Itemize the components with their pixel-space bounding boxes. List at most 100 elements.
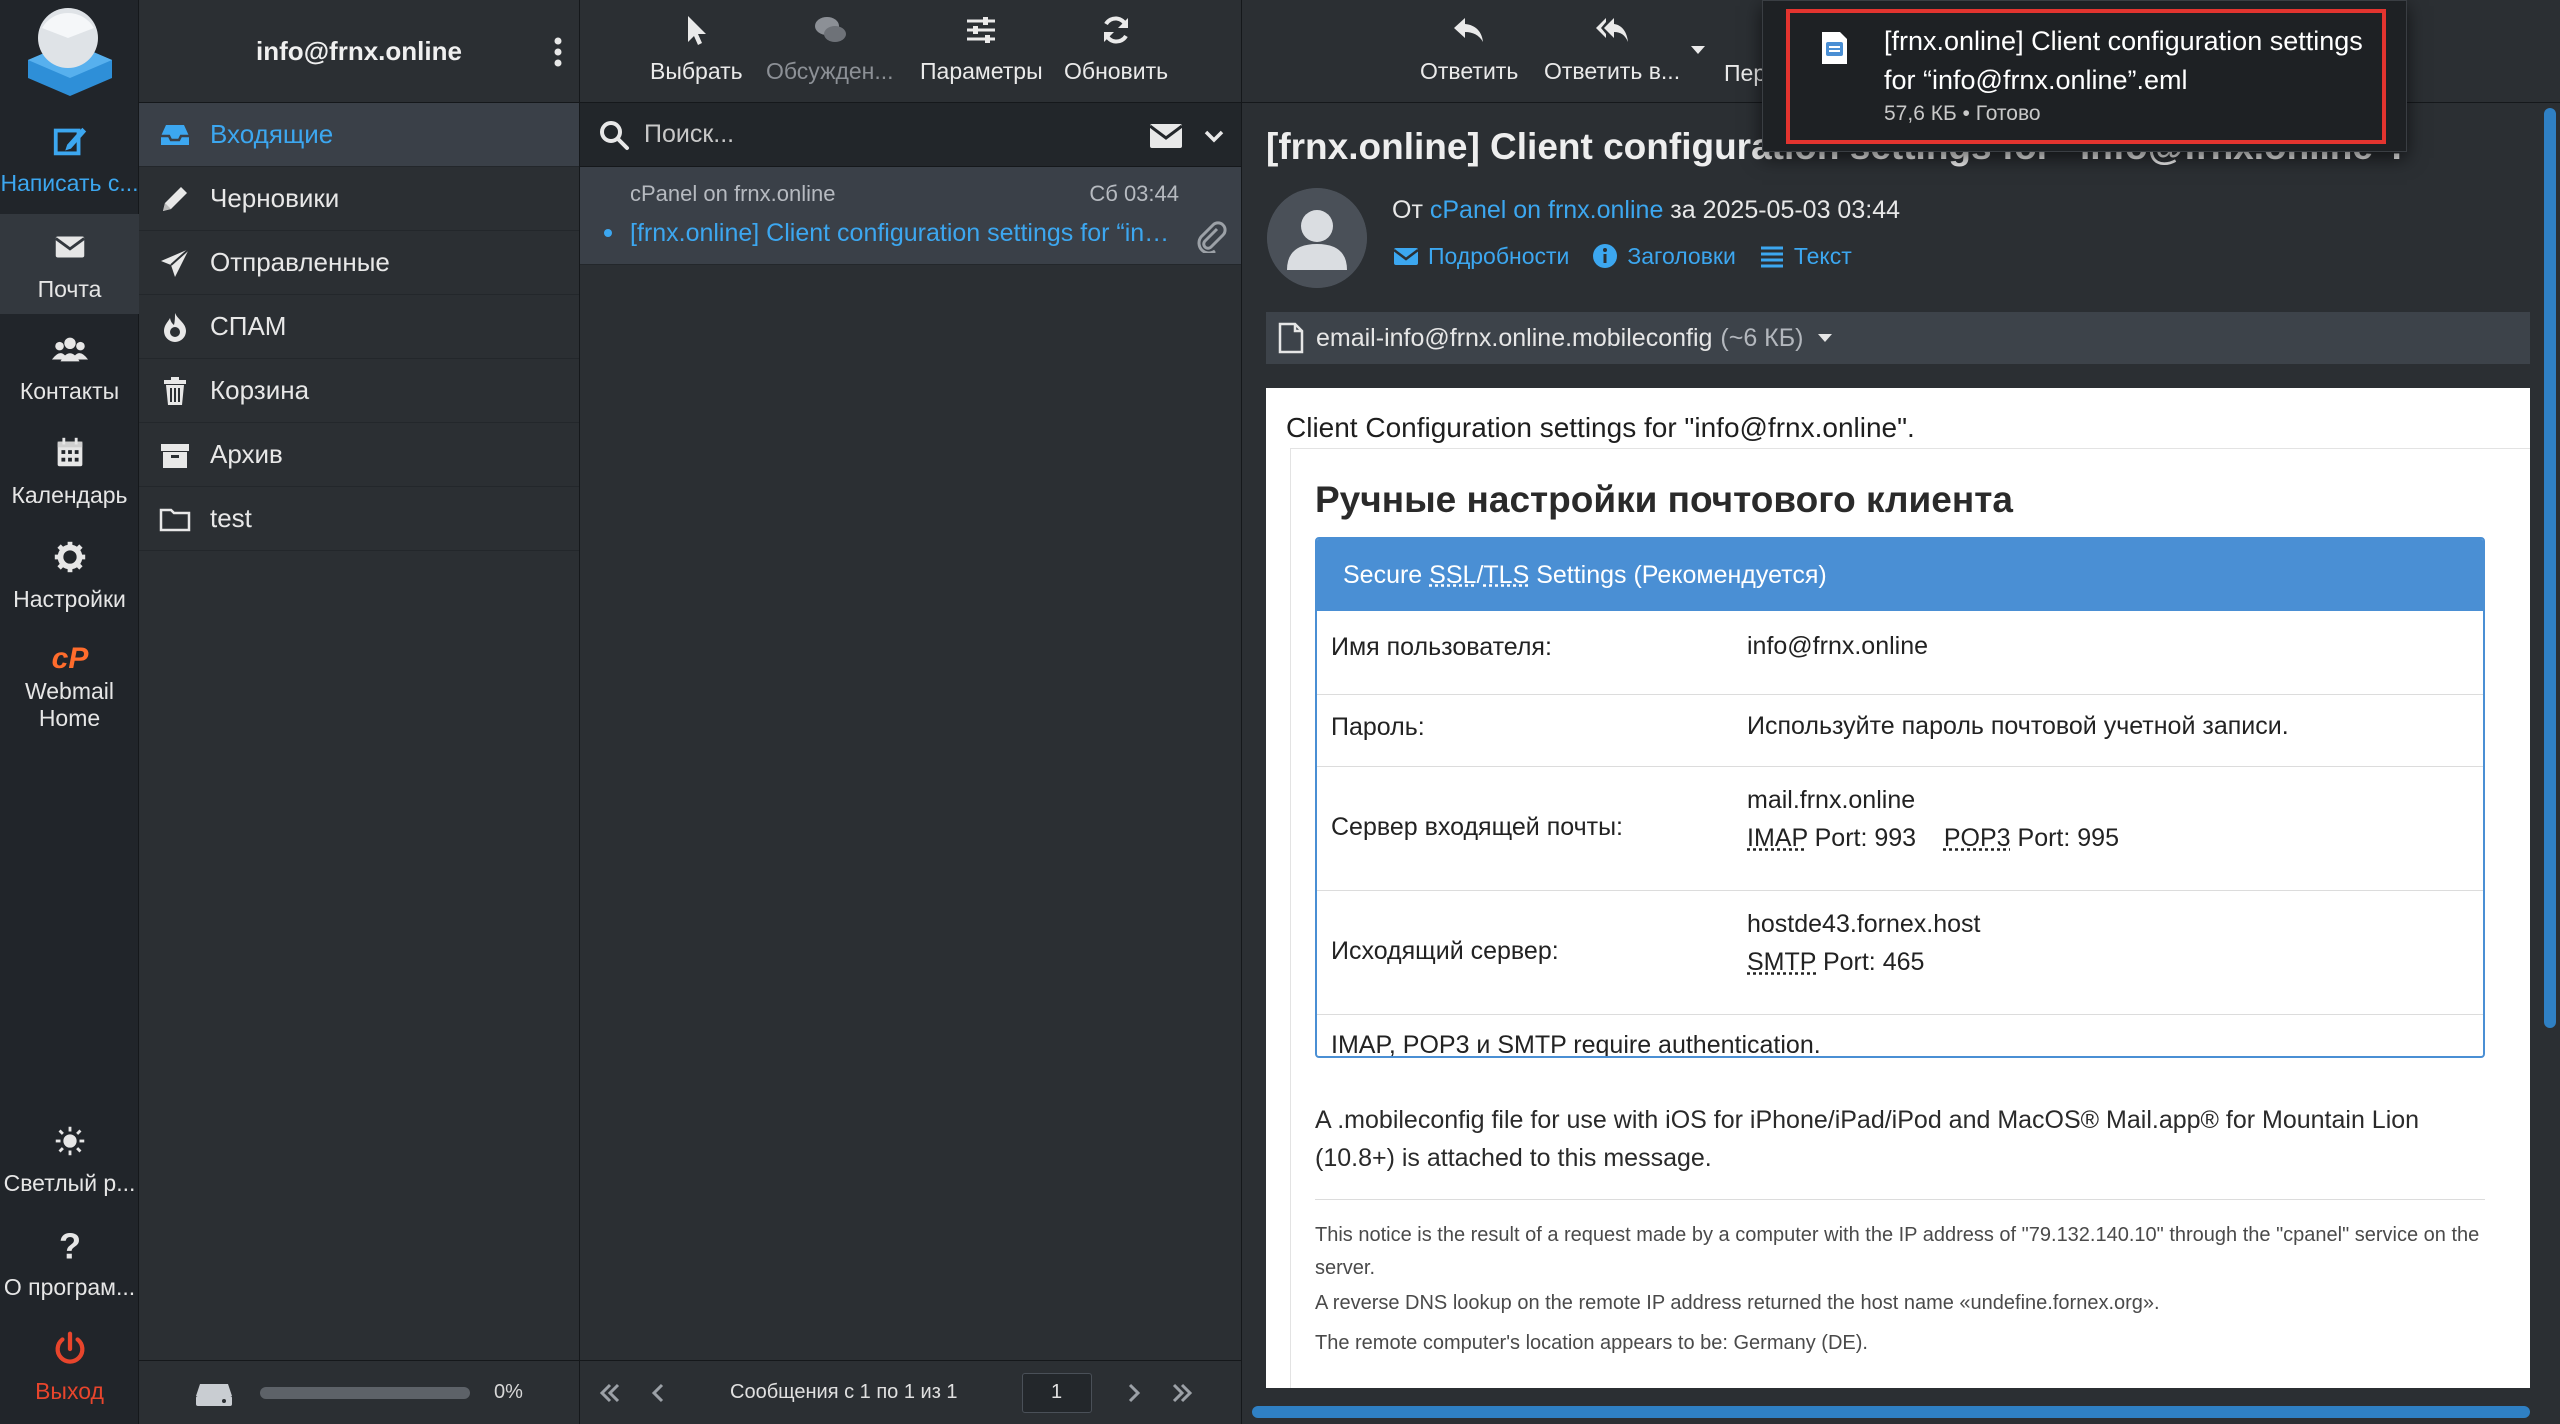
imap-abbr: IMAP: [1747, 824, 1808, 852]
compose-icon: [0, 122, 139, 166]
next-page-icon[interactable]: [1122, 1381, 1146, 1405]
folder-sent[interactable]: Отправленные: [139, 231, 579, 295]
nav-webmail-home[interactable]: cP Webmail Home: [0, 640, 139, 732]
quota-percent: 0%: [494, 1381, 523, 1403]
search-input[interactable]: [644, 120, 1124, 149]
prev-page-icon[interactable]: [646, 1381, 670, 1405]
outgoing-label: Исходящий сервер:: [1331, 937, 1559, 965]
reply-all-button[interactable]: Ответить в...: [1544, 12, 1680, 85]
mail-label: Почта: [37, 276, 102, 302]
cursor-icon: [650, 12, 743, 52]
inbox-icon: [157, 117, 193, 153]
divider: [1315, 1199, 2485, 1200]
folder-inbox[interactable]: Входящие: [139, 103, 579, 167]
horizontal-scrollbar[interactable]: [1252, 1406, 2530, 1418]
message-list-panel: Выбрать Обсужден... Параметры Обновить c…: [580, 0, 1242, 1424]
imap-port: Port: 993: [1814, 824, 1917, 852]
folder-label: Отправленные: [210, 247, 390, 277]
gear-icon: [0, 538, 139, 582]
from-prefix: От: [1392, 196, 1423, 224]
account-name: info@frnx.online: [256, 35, 462, 66]
list-toolbar: Выбрать Обсужден... Параметры Обновить: [580, 0, 1241, 103]
question-icon: ?: [0, 1225, 139, 1270]
nav-calendar[interactable]: Календарь: [0, 434, 139, 509]
threads-label: Обсужден...: [766, 58, 894, 84]
about-button[interactable]: ? О програм...: [0, 1225, 139, 1301]
options-button[interactable]: Параметры: [920, 12, 1043, 85]
folder-panel: info@frnx.online Входящие Черновики Отпр…: [139, 0, 580, 1424]
caret-down-icon[interactable]: [1817, 332, 1833, 344]
tls-abbr: TLS: [1483, 560, 1530, 589]
pop3-abbr: POP3: [1943, 824, 2011, 852]
incoming-label: Сервер входящей почты:: [1331, 813, 1623, 841]
roundcube-logo[interactable]: [20, 8, 120, 98]
last-page-icon[interactable]: [1170, 1381, 1194, 1405]
refresh-button[interactable]: Обновить: [1064, 12, 1168, 85]
plain-text-label: Текст: [1793, 242, 1852, 269]
reply-all-label: Ответить в...: [1544, 58, 1681, 84]
reply-all-dropdown-icon[interactable]: [1690, 44, 1706, 56]
folder-trash[interactable]: Корзина: [139, 359, 579, 423]
notice-location: The remote computer's location appears t…: [1315, 1332, 1868, 1354]
plain-text-link[interactable]: Текст: [1758, 242, 1852, 270]
folder-label: Черновики: [210, 183, 340, 213]
kebab-menu-icon[interactable]: [551, 36, 565, 68]
email-body: Client Configuration settings for "info@…: [1266, 388, 2530, 1388]
vertical-scrollbar[interactable]: [2544, 108, 2556, 1028]
refresh-icon: [1064, 12, 1168, 52]
chevron-down-icon[interactable]: [1203, 125, 1225, 147]
archive-icon: [157, 437, 193, 473]
threads-button[interactable]: Обсужден...: [766, 12, 894, 85]
contacts-label: Контакты: [19, 378, 120, 404]
headers-link[interactable]: Заголовки: [1591, 242, 1736, 270]
lines-icon: [1760, 246, 1783, 268]
light-mode-button[interactable]: Светлый р...: [0, 1122, 139, 1197]
folder-drafts[interactable]: Черновики: [139, 167, 579, 231]
calendar-icon: [0, 434, 139, 478]
first-page-icon[interactable]: [598, 1381, 622, 1405]
logout-label: Выход: [35, 1378, 104, 1404]
password-value: Используйте пароль почтовой учетной запи…: [1747, 712, 2289, 740]
password-label: Пароль:: [1331, 713, 1425, 741]
folder-spam[interactable]: СПАМ: [139, 295, 579, 359]
folder-test[interactable]: test: [139, 487, 579, 551]
email-heading: Ручные настройки почтового клиента: [1315, 479, 2013, 520]
message-subject: [frnx.online] Client configuration setti…: [630, 219, 1170, 247]
highlight-box: [1786, 9, 2386, 144]
contacts-icon: [0, 330, 139, 374]
settings-panel-title: Secure SSL / TLS Settings (Рекомендуется): [1317, 539, 2483, 611]
avatar: [1267, 188, 1367, 288]
search-icon[interactable]: [598, 119, 630, 151]
reply-all-icon: [1544, 12, 1680, 52]
nav-contacts[interactable]: Контакты: [0, 330, 139, 405]
details-link[interactable]: Подробности: [1392, 242, 1569, 270]
select-button[interactable]: Выбрать: [650, 12, 743, 85]
nav-settings[interactable]: Настройки: [0, 538, 139, 613]
message-date: Сб 03:44: [1089, 181, 1179, 206]
page-number-input[interactable]: [1021, 1372, 1092, 1413]
incoming-value: mail.frnx.online IMAP Port: 993 POP3 Por…: [1747, 781, 2119, 857]
logout-button[interactable]: Выход: [0, 1330, 139, 1405]
envelope-filter-icon[interactable]: [1149, 123, 1183, 149]
paper-plane-icon: [157, 245, 193, 281]
app-navigation: Написать с... Почта Контакты Календарь Н…: [0, 0, 139, 1424]
panel-suffix: Settings (Рекомендуется): [1536, 560, 1827, 589]
quota-bar: [260, 1386, 470, 1399]
message-row[interactable]: cPanel on frnx.online Сб 03:44 [frnx.onl…: [580, 167, 1241, 265]
sliders-icon: [920, 12, 1043, 52]
sender-link[interactable]: cPanel on frnx.online: [1430, 196, 1663, 224]
envelope-icon: [0, 228, 139, 272]
email-intro: Client Configuration settings for "info@…: [1286, 412, 1915, 443]
from-date: за 2025-05-03 03:44: [1670, 196, 1900, 224]
folder-label: Архив: [210, 439, 283, 469]
forward-button[interactable]: Пер: [1724, 60, 1766, 87]
folder-archive[interactable]: Архив: [139, 423, 579, 487]
attachment-item[interactable]: email-info@frnx.online.mobileconfig (~6 …: [1266, 312, 2530, 364]
compose-button[interactable]: Написать с...: [0, 122, 139, 197]
attachment-size: (~6 КБ): [1720, 323, 1804, 352]
smtp-abbr: SMTP: [1747, 948, 1816, 976]
nav-mail[interactable]: Почта: [0, 214, 139, 314]
webmail-home-label-1: Webmail: [24, 678, 115, 704]
envelope-icon: [1393, 248, 1419, 265]
reply-button[interactable]: Ответить: [1420, 12, 1518, 85]
